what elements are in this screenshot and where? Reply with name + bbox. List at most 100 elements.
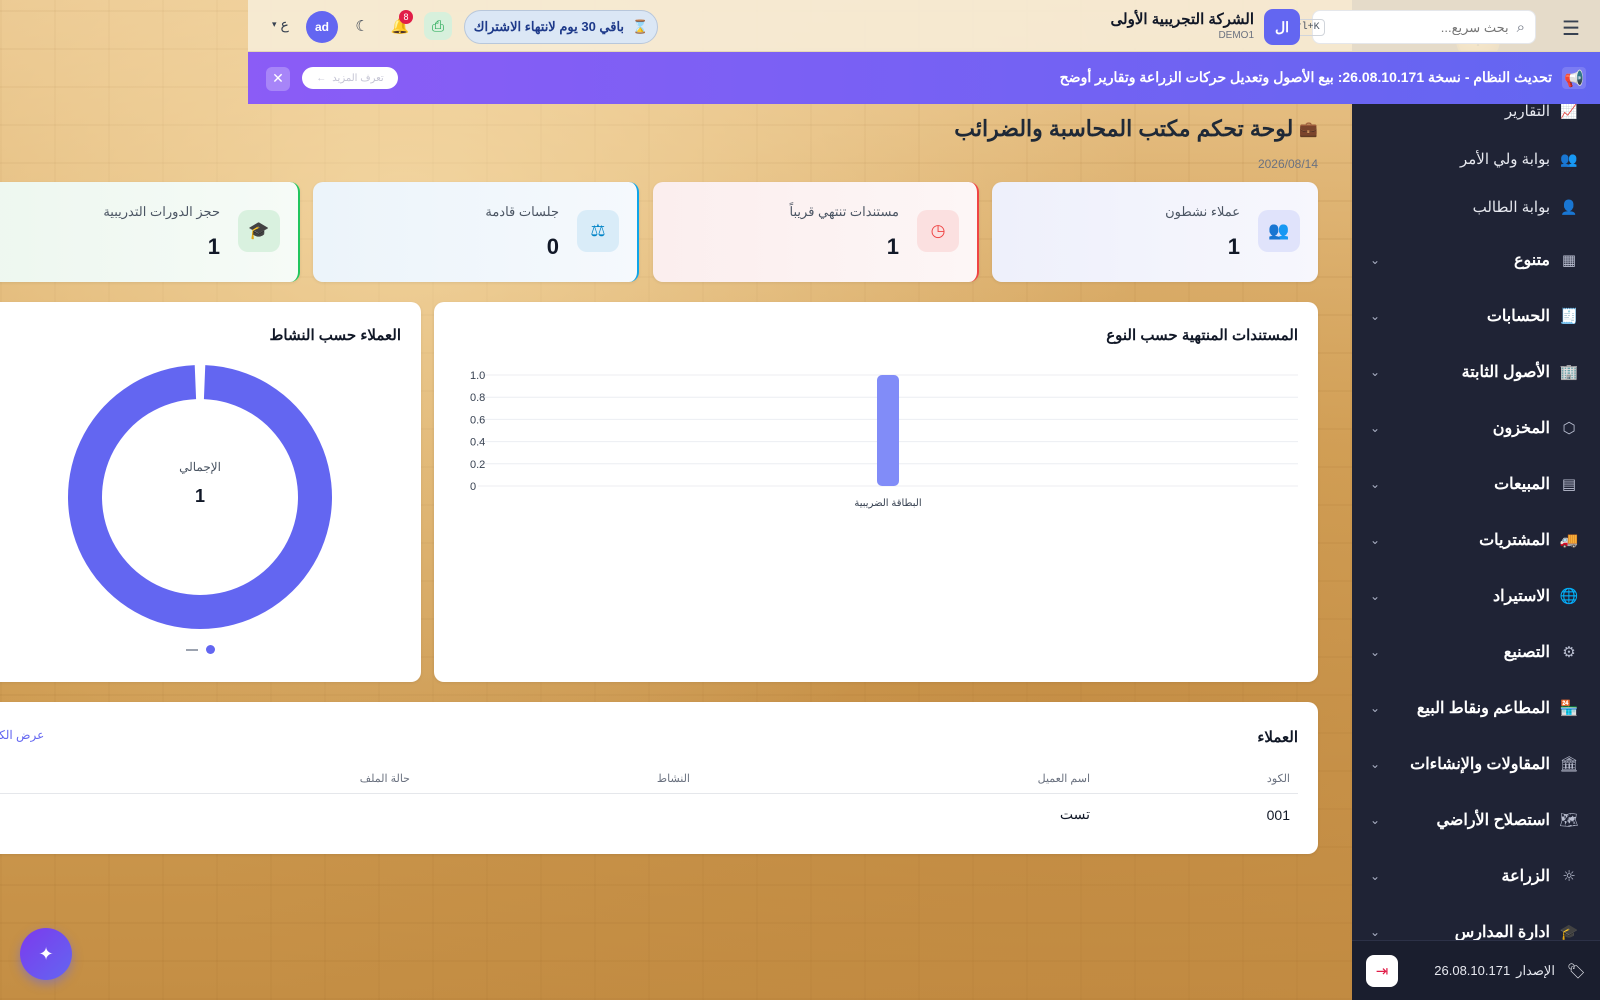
- version-number: 26.08.10.171: [1434, 963, 1511, 978]
- subscription-badge[interactable]: ⌛ باقي 30 يوم لانتهاء الاشتراك: [464, 10, 658, 44]
- stat-value: 1: [886, 234, 899, 259]
- gavel-icon: ⚖: [577, 210, 619, 252]
- sidebar-group-11[interactable]: ☼ الزراعة ⌄: [1352, 856, 1600, 896]
- print-button[interactable]: ⎙: [424, 12, 452, 40]
- close-announcement-button[interactable]: ✕: [266, 67, 290, 91]
- sidebar-group-label: ادارة المدارس: [1454, 924, 1550, 941]
- chevron-down-icon: ⌄: [1370, 925, 1381, 939]
- x-tick-label: البطاقة الضريبية: [854, 498, 921, 509]
- language-switcher[interactable]: ع ▾: [272, 16, 289, 33]
- company-name: الشركة التجريبية الأولى: [1110, 11, 1254, 28]
- language-label: ع: [280, 16, 289, 32]
- page-title: 💼 لوحة تحكم مكتب المحاسبة والضرائب: [954, 116, 1318, 142]
- sidebar-group-label: المطاعم ونقاط البيع: [1416, 700, 1550, 717]
- learn-more-label: تعرف المزيد: [332, 72, 384, 84]
- stat-card-course-bookings[interactable]: 🎓 حجز الدورات التدريبية 1: [0, 182, 300, 282]
- company-avatar[interactable]: ال: [1264, 9, 1300, 45]
- chevron-down-icon: ⌄: [1370, 253, 1381, 267]
- sidebar-item-student-portal[interactable]: 👤 بوابة الطالب: [1473, 198, 1578, 217]
- sidebar-item-label: التقارير: [1504, 103, 1550, 120]
- table-row[interactable]: 001 تست: [0, 794, 1298, 836]
- column-header-file-status[interactable]: حالة الملف: [0, 764, 418, 794]
- view-all-link[interactable]: عرض الكل: [0, 728, 44, 742]
- bar-chart: 1.0 0.8 0.6 0.4 0.2 0 البطاقة الضريبية: [470, 370, 1298, 509]
- sidebar: ☥ 📈 التقارير 👥 بوابة ولي الأمر 👤 بوابة ا…: [1352, 0, 1600, 1000]
- panel-title: العملاء حسب النشاط: [269, 327, 401, 344]
- sidebar-group-0[interactable]: ▦ متنوع ⌄: [1352, 240, 1600, 280]
- graduation-icon: 🎓: [1559, 923, 1579, 941]
- truck-icon: 🚚: [1559, 531, 1579, 549]
- sidebar-item-guardian-portal[interactable]: 👥 بوابة ولي الأمر: [1460, 150, 1578, 169]
- sidebar-group-label: الزراعة: [1501, 868, 1550, 885]
- y-tick-label: 0.8: [470, 392, 485, 404]
- sidebar-group-label: المقاولات والإنشاءات: [1410, 756, 1550, 773]
- map-icon: 🗺: [1559, 811, 1579, 829]
- y-tick-label: 1.0: [470, 370, 485, 382]
- column-header-code[interactable]: الكود: [1098, 764, 1298, 794]
- top-header: ☰ ⌕ Ctrl+K ال الشركة التجريبية الأولى DE…: [248, 0, 1600, 52]
- y-tick-label: 0.6: [470, 414, 485, 426]
- stat-value: 1: [1227, 234, 1240, 259]
- clients-table-panel: العملاء عرض الكل الكود اسم العميل النشاط…: [0, 702, 1318, 854]
- gear-icon: ⚙: [1562, 643, 1576, 661]
- chevron-down-icon: ⌄: [1370, 421, 1381, 435]
- column-header-client-name[interactable]: اسم العميل: [698, 764, 1098, 794]
- sidebar-group-10[interactable]: 🗺 استصلاح الأراضي ⌄: [1352, 800, 1600, 840]
- notifications-button[interactable]: 🔔 8: [386, 10, 414, 40]
- sidebar-group-label: التصنيع: [1503, 644, 1550, 661]
- megaphone-icon: 📢: [1562, 67, 1586, 89]
- y-tick-label: 0.2: [470, 459, 485, 471]
- sidebar-group-1[interactable]: 🧾 الحسابات ⌄: [1352, 296, 1600, 336]
- announcement-bar: 📢 تحديث النظام - نسخة 26.08.10.171: بيع …: [248, 52, 1600, 104]
- sidebar-group-4[interactable]: ▤ المبيعات ⌄: [1352, 464, 1600, 504]
- sidebar-group-9[interactable]: 🏛 المقاولات والإنشاءات ⌄: [1352, 744, 1600, 784]
- printer-icon: ⎙: [432, 17, 445, 35]
- tag-icon: 🏷: [1566, 962, 1586, 980]
- donut-total-label: الإجمالي: [179, 460, 221, 475]
- sidebar-group-5[interactable]: 🚚 المشتريات ⌄: [1352, 520, 1600, 560]
- menu-toggle-button[interactable]: ☰: [1562, 16, 1580, 40]
- user-icon: 👤: [1560, 198, 1578, 215]
- sidebar-group-label: المشتريات: [1479, 532, 1550, 549]
- announcement-text: تحديث النظام - نسخة 26.08.10.171: بيع ال…: [1059, 69, 1552, 85]
- hamburger-icon: ☰: [1562, 16, 1580, 40]
- bar[interactable]: [877, 375, 899, 486]
- learn-more-button[interactable]: تعرف المزيد ←: [302, 67, 398, 89]
- panel-title: المستندات المنتهية حسب النوع: [1106, 327, 1298, 344]
- sidebar-group-label: استصلاح الأراضي: [1436, 812, 1550, 829]
- chevron-down-icon: ⌄: [1370, 309, 1381, 323]
- y-tick-label: 0.4: [470, 437, 485, 449]
- dark-mode-toggle[interactable]: ☾: [348, 12, 376, 40]
- building-icon: 🏢: [1559, 363, 1579, 381]
- stat-card-expiring-docs[interactable]: ◷ مستندات تنتهي قريباً 1: [653, 182, 979, 282]
- company-code: DEMO1: [1218, 30, 1254, 41]
- company-switcher[interactable]: الشركة التجريبية الأولى DEMO1: [1111, 10, 1254, 41]
- sidebar-group-2[interactable]: 🏢 الأصول الثابتة ⌄: [1352, 352, 1600, 392]
- clock-icon: ◷: [917, 210, 959, 252]
- search-input[interactable]: [1332, 19, 1509, 35]
- stat-label: عملاء نشطون: [1165, 204, 1240, 219]
- logout-button[interactable]: ⇥: [1366, 954, 1398, 987]
- arrow-left-icon: ←: [316, 72, 327, 84]
- donut-legend[interactable]: [0, 645, 421, 654]
- column-header-activity[interactable]: النشاط: [418, 764, 698, 794]
- sun-icon: ☼: [1562, 867, 1576, 885]
- sidebar-item-reports[interactable]: 📈 التقارير: [1504, 102, 1578, 121]
- briefcase-icon: 💼: [1299, 121, 1318, 138]
- cell-client-name: تست: [1059, 806, 1090, 822]
- sidebar-group-label: متنوع: [1513, 252, 1550, 269]
- graduation-icon: 🎓: [238, 210, 280, 252]
- notification-count-badge: 8: [399, 10, 413, 24]
- quick-search[interactable]: ⌕ Ctrl+K: [1278, 10, 1536, 44]
- stat-card-upcoming-sessions[interactable]: ⚖ جلسات قادمة 0: [313, 182, 639, 282]
- stat-card-active-clients[interactable]: 👥 عملاء نشطون 1: [992, 182, 1318, 282]
- sidebar-group-7[interactable]: ⚙ التصنيع ⌄: [1352, 632, 1600, 672]
- cell-code: 001: [1266, 806, 1290, 823]
- donut-chart: الإجمالي 1: [68, 365, 332, 629]
- sidebar-group-3[interactable]: ⬡ المخزون ⌄: [1352, 408, 1600, 448]
- version-info: 🏷 الإصدار 26.08.10.171: [1398, 962, 1586, 980]
- sidebar-group-6[interactable]: 🌐 الاستيراد ⌄: [1352, 576, 1600, 616]
- ai-assistant-button[interactable]: ✦: [20, 928, 72, 980]
- user-avatar[interactable]: ad: [306, 11, 338, 43]
- sidebar-group-8[interactable]: 🏪 المطاعم ونقاط البيع ⌄: [1352, 688, 1600, 728]
